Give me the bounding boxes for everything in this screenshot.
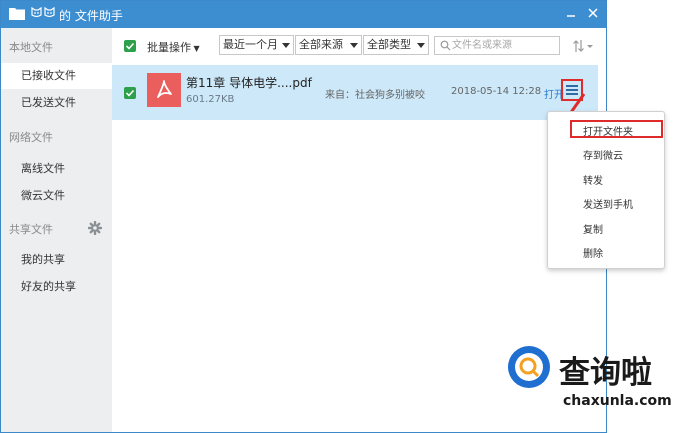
context-menu: 打开文件夹 存到微云 转发 发送到手机 复制 删除 xyxy=(547,111,665,269)
check-icon xyxy=(125,42,135,50)
window-title: 的 文件助手 xyxy=(59,9,123,23)
sidebar-item-my-shares[interactable]: 我的共享 xyxy=(1,247,112,273)
sidebar-item-friend-shares[interactable]: 好友的共享 xyxy=(1,274,112,300)
search-icon xyxy=(440,40,451,51)
gear-icon[interactable] xyxy=(88,221,102,235)
menu-item-delete[interactable]: 删除 xyxy=(583,245,603,260)
menu-item-open-folder[interactable]: 打开文件夹 xyxy=(583,123,633,138)
chevron-down-icon xyxy=(350,43,358,48)
section-network-files: 网络文件 xyxy=(9,131,53,144)
minimize-icon[interactable] xyxy=(563,5,579,21)
select-all-checkbox[interactable] xyxy=(124,40,136,52)
chevron-down-icon xyxy=(282,43,290,48)
sidebar: 本地文件 已接收文件 已发送文件 网络文件 离线文件 微云文件 共享文件 我的共… xyxy=(1,28,112,432)
sidebar-item-offline[interactable]: 离线文件 xyxy=(1,156,112,182)
pdf-file-icon xyxy=(147,73,181,107)
time-filter-dropdown[interactable]: 最近一个月 xyxy=(219,35,294,55)
batch-operation-label: 批量操作 xyxy=(147,41,191,54)
watermark: 查询啦 chaxunla.com xyxy=(507,345,677,413)
close-icon[interactable] xyxy=(585,5,601,21)
menu-item-send-to-phone[interactable]: 发送到手机 xyxy=(583,196,633,211)
chevron-down-icon xyxy=(417,43,425,48)
type-filter-dropdown[interactable]: 全部类型 xyxy=(363,35,429,55)
source-filter-dropdown[interactable]: 全部来源 xyxy=(295,35,362,55)
source-filter-value: 全部来源 xyxy=(299,38,343,51)
time-filter-value: 最近一个月 xyxy=(223,38,278,51)
search-input[interactable] xyxy=(452,38,556,53)
sidebar-item-received[interactable]: 已接收文件 xyxy=(1,63,112,89)
file-row[interactable]: 第11章 导体电学....pdf 601.27KB 来自：社会狗多别被咬 201… xyxy=(112,65,598,120)
sort-icon[interactable] xyxy=(572,39,594,53)
file-row-checkbox[interactable] xyxy=(124,87,136,99)
cat-avatar-icon xyxy=(44,7,55,18)
section-shared-files: 共享文件 xyxy=(9,223,53,236)
watermark-title: 查询啦 xyxy=(559,355,652,391)
search-box xyxy=(434,36,560,55)
file-size: 601.27KB xyxy=(186,94,235,105)
file-source: 来自：社会狗多别被咬 xyxy=(325,90,425,101)
sidebar-item-weiyun[interactable]: 微云文件 xyxy=(1,183,112,209)
section-local-files: 本地文件 xyxy=(9,41,53,54)
title-bar: 的 文件助手 xyxy=(1,1,606,28)
batch-operation-button[interactable]: 批量操作 ▼ xyxy=(147,39,200,55)
caret-down-icon: ▼ xyxy=(191,44,200,53)
file-date: 2018-05-14 12:28 xyxy=(451,86,542,97)
cat-avatar-icon xyxy=(31,7,42,18)
check-icon xyxy=(125,89,135,97)
sidebar-item-sent[interactable]: 已发送文件 xyxy=(1,90,112,116)
file-name[interactable]: 第11章 导体电学....pdf xyxy=(186,74,312,91)
toolbar: 批量操作 ▼ 最近一个月 全部来源 全部类型 xyxy=(112,28,606,61)
menu-item-forward[interactable]: 转发 xyxy=(583,172,603,187)
menu-item-copy[interactable]: 复制 xyxy=(583,221,603,236)
watermark-domain: chaxunla.com xyxy=(563,393,672,409)
folder-icon xyxy=(9,8,25,20)
watermark-logo-icon xyxy=(508,346,550,388)
menu-item-save-weiyun[interactable]: 存到微云 xyxy=(583,147,623,162)
type-filter-value: 全部类型 xyxy=(367,38,411,51)
